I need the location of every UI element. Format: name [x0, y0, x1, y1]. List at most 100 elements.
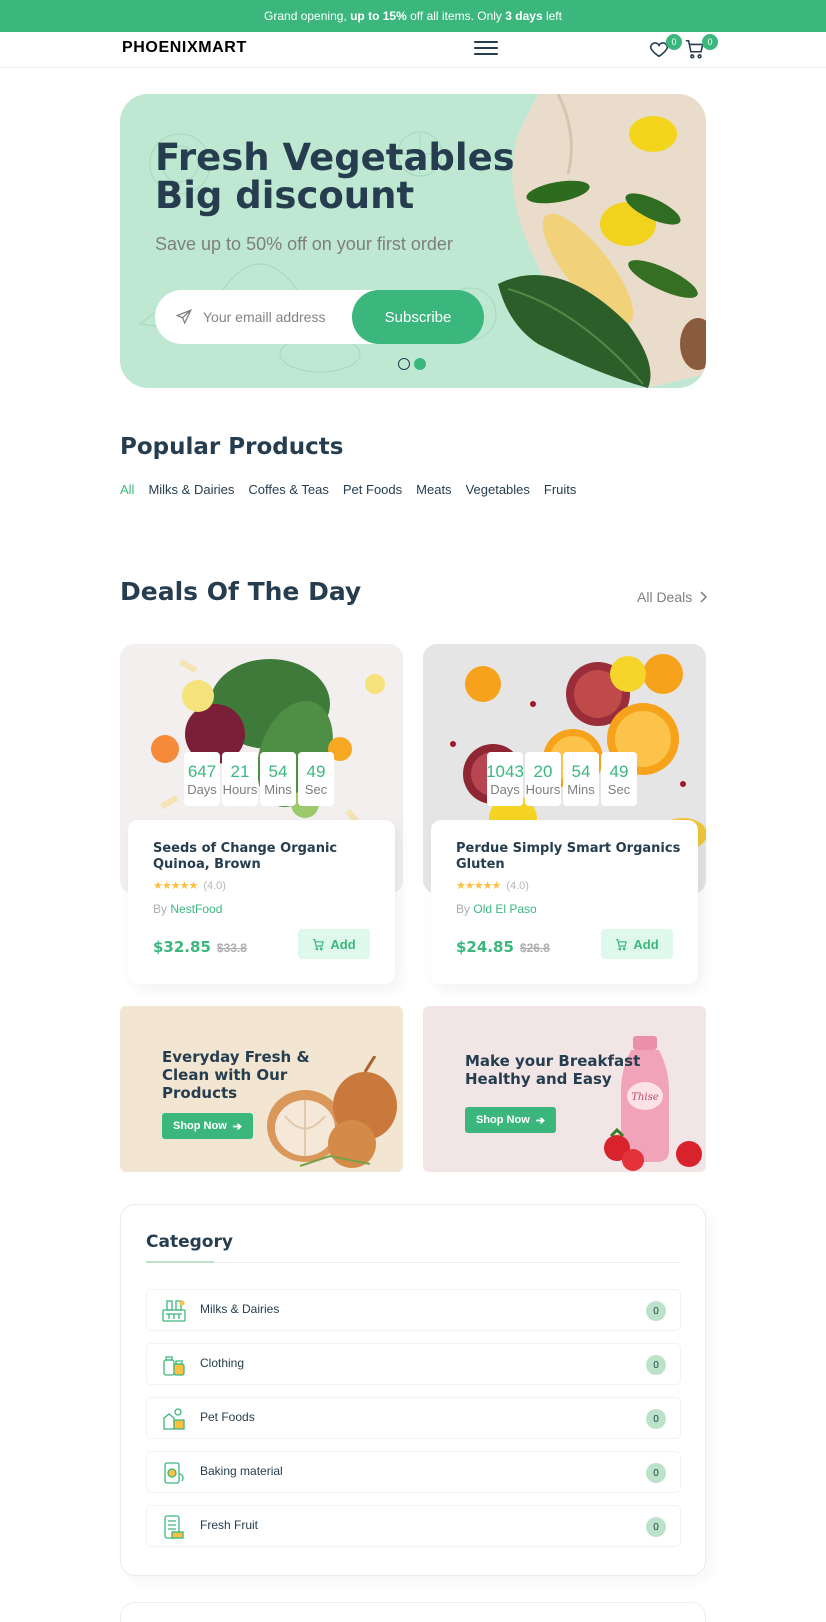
old-price: $33.8 [216, 941, 247, 955]
baking-bag-icon [164, 1462, 184, 1484]
filter-tab-milks-dairies[interactable]: Milks & Dairies [148, 482, 234, 497]
hero-title-line1: Fresh Vegetables [155, 136, 515, 179]
category-count-badge: 0 [646, 1517, 666, 1537]
filter-tab-vegetables[interactable]: Vegetables [466, 482, 530, 497]
cart-count-badge: 0 [702, 34, 718, 50]
hero-subtitle: Save up to 50% off on your first order [155, 234, 453, 254]
cart-icon [616, 938, 628, 950]
newsletter-form: Subscribe [155, 290, 484, 344]
add-to-cart-button[interactable]: Add [601, 929, 673, 959]
filter-tab-coffes-teas[interactable]: Coffes & Teas [248, 482, 328, 497]
vendor-line: By Old El Paso [456, 902, 537, 916]
countdown-secs: 49 Sec [601, 752, 637, 806]
category-item-baking-material[interactable]: Baking material 0 [146, 1451, 681, 1493]
arrow-right-icon: ➔ [232, 1120, 242, 1133]
deal-info-card: Seeds of Change Organic Quinoa, Brown ★★… [128, 820, 395, 984]
category-widget: Category Milks & Dairies 0 Clothing 0 Pe… [120, 1204, 706, 1576]
hero-title: Fresh Vegetables Big discount [155, 139, 535, 215]
promo-banner-title: Make your Breakfast Healthy and Easy [465, 1052, 641, 1088]
popular-products-title: Popular Products [120, 434, 344, 460]
category-item-clothing[interactable]: Clothing 0 [146, 1343, 681, 1385]
countdown-timer: 1043 Days 20 Hours 54 Mins 49 Sec [486, 752, 637, 806]
countdown-days: 1043 Days [486, 752, 524, 806]
chevron-right-icon [700, 591, 708, 603]
category-item-milks-dairies[interactable]: Milks & Dairies 0 [146, 1289, 681, 1331]
email-input[interactable] [203, 306, 353, 328]
add-to-cart-button[interactable]: Add [298, 929, 370, 959]
filter-tab-pet-foods[interactable]: Pet Foods [343, 482, 402, 497]
promo-banner-fresh: Everyday Fresh & Clean with Our Products… [120, 1006, 403, 1172]
menu-icon[interactable] [474, 41, 498, 59]
hero-title-line2: Big discount [155, 174, 415, 217]
category-count-badge: 0 [646, 1301, 666, 1321]
category-title: Category [146, 1232, 233, 1252]
deal-card: 647 Days 21 Hours 54 Mins 49 Sec Seeds of Ch… [120, 644, 403, 984]
rating-value: (4.0) [203, 879, 226, 892]
announcement-text-e: left [545, 9, 562, 23]
wishlist-count-badge: 0 [666, 34, 682, 50]
filter-tab-fruits[interactable]: Fruits [544, 482, 577, 497]
current-price: $24.85 [456, 938, 514, 956]
current-price: $32.85 [153, 938, 211, 956]
hero-banner: Fresh Vegetables Big discount Save up to… [120, 94, 706, 388]
title-underline [146, 1261, 214, 1263]
old-price: $26.8 [519, 941, 550, 955]
deal-product-name[interactable]: Perdue Simply Smart Organics Gluten [456, 841, 686, 873]
site-header: PHOENIXMART 0 0 [0, 32, 826, 68]
countdown-mins: 54 Mins [563, 752, 599, 806]
carousel-dot-1[interactable] [398, 358, 410, 370]
promo-banner-breakfast: Thise Make your Breakfast Healthy and Ea… [423, 1006, 706, 1172]
fruit-box-icon [164, 1515, 184, 1539]
product-rating: ★★★★★ (4.0) [456, 879, 529, 893]
announcement-text-a: Grand opening, [264, 9, 347, 23]
rating-stars-icon: ★★★★★ [153, 880, 198, 892]
deal-card: 1043 Days 20 Hours 54 Mins 49 Sec Perdue Sim… [423, 644, 706, 984]
product-rating: ★★★★★ (4.0) [153, 879, 226, 893]
product-filter-tabs: All Milks & Dairies Coffes & Teas Pet Fo… [120, 482, 576, 497]
category-item-pet-foods[interactable]: Pet Foods 0 [146, 1397, 681, 1439]
carousel-dots [398, 358, 426, 370]
milk-crate-icon [162, 1300, 186, 1322]
countdown-secs: 49 Sec [298, 752, 334, 806]
deals-title: Deals Of The Day [120, 577, 362, 606]
bottle-label: Thise [631, 1092, 658, 1103]
cart-button[interactable]: 0 [684, 34, 718, 62]
site-logo[interactable]: PHOENIXMART [122, 39, 247, 57]
price-block: $32.85 $33.8 [153, 938, 247, 956]
deal-product-name[interactable]: Seeds of Change Organic Quinoa, Brown [153, 841, 383, 873]
vendor-link[interactable]: Old El Paso [473, 902, 536, 916]
shop-now-button[interactable]: Shop Now ➔ [465, 1107, 556, 1133]
promo-banner-title: Everyday Fresh & Clean with Our Products [162, 1048, 310, 1102]
all-deals-link[interactable]: All Deals [637, 589, 708, 605]
category-label: Pet Foods [200, 1410, 255, 1424]
category-count-badge: 0 [646, 1463, 666, 1483]
category-label: Milks & Dairies [200, 1302, 280, 1316]
arrow-right-icon: ➔ [535, 1114, 545, 1127]
vendor-link[interactable]: NestFood [170, 902, 222, 916]
category-item-fresh-fruit[interactable]: Fresh Fruit 0 [146, 1505, 681, 1547]
carousel-dot-2[interactable] [414, 358, 426, 370]
category-label: Clothing [200, 1356, 245, 1370]
filter-tab-meats[interactable]: Meats [416, 482, 451, 497]
divider [146, 1262, 681, 1263]
shop-now-button[interactable]: Shop Now ➔ [162, 1113, 253, 1139]
all-deals-label: All Deals [637, 589, 693, 605]
cart-icon [313, 938, 325, 950]
countdown-days: 647 Days [184, 752, 220, 806]
announcement-text-b: up to 15% [350, 9, 407, 23]
price-block: $24.85 $26.8 [456, 938, 550, 956]
category-count-badge: 0 [646, 1409, 666, 1429]
category-label: Fresh Fruit [200, 1518, 259, 1532]
rating-value: (4.0) [506, 879, 529, 892]
send-icon [175, 309, 193, 325]
subscribe-button[interactable]: Subscribe [352, 290, 484, 344]
wishlist-button[interactable]: 0 [648, 34, 682, 62]
announcement-text-c: off all items. Only [410, 9, 502, 23]
deal-info-card: Perdue Simply Smart Organics Gluten ★★★★… [431, 820, 698, 984]
vendor-line: By NestFood [153, 902, 223, 916]
announcement-bar: Grand opening, up to 15% off all items. … [0, 0, 826, 32]
category-label: Baking material [200, 1464, 283, 1478]
countdown-hours: 20 Hours [525, 752, 561, 806]
filter-tab-all[interactable]: All [120, 482, 134, 497]
hero-vegetables-image [498, 94, 706, 388]
